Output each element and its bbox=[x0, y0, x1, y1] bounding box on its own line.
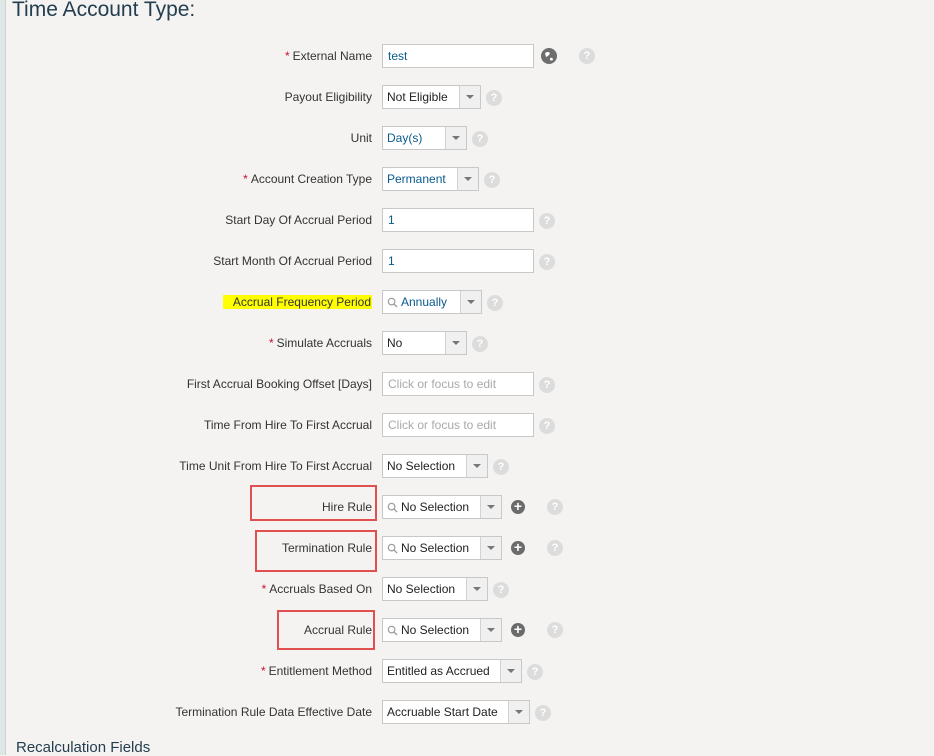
accrual-rule-select[interactable]: No Selection bbox=[382, 618, 502, 642]
termination-rule-effective-date-select[interactable]: Accruable Start Date bbox=[382, 700, 530, 724]
account-creation-type-help-icon[interactable]: ? bbox=[484, 172, 500, 188]
accruals-based-on-label: * Accruals Based On bbox=[261, 582, 372, 596]
hire-rule-help-icon[interactable]: ? bbox=[547, 499, 563, 515]
termination-rule-label: Termination Rule bbox=[281, 541, 372, 555]
start-month-help-icon[interactable]: ? bbox=[539, 254, 555, 270]
accruals-based-on-select[interactable]: No Selection bbox=[382, 577, 488, 601]
time-from-hire-input[interactable]: Click or focus to edit bbox=[382, 413, 534, 437]
termination-rule-value: No Selection bbox=[383, 537, 480, 559]
payout-eligibility-help-icon[interactable]: ? bbox=[486, 90, 502, 106]
time-from-hire-help-icon[interactable]: ? bbox=[539, 418, 555, 434]
account-creation-type-label: * Account Creation Type bbox=[243, 172, 372, 186]
start-day-input[interactable]: 1 bbox=[382, 208, 534, 232]
start-day-label: Start Day Of Accrual Period bbox=[225, 213, 372, 227]
entitlement-method-label: * Entitlement Method bbox=[260, 664, 372, 678]
entitlement-method-value: Entitled as Accrued bbox=[387, 664, 490, 678]
chevron-down-icon[interactable] bbox=[466, 455, 487, 477]
external-name-input[interactable]: test bbox=[382, 44, 534, 68]
termination-rule-effective-date-label: Termination Rule Data Effective Date bbox=[175, 705, 372, 719]
search-icon bbox=[387, 625, 398, 636]
globe-translation-icon[interactable] bbox=[541, 48, 557, 64]
time-unit-from-hire-label: Time Unit From Hire To First Accrual bbox=[179, 459, 372, 473]
entitlement-method-help-icon[interactable]: ? bbox=[527, 664, 543, 680]
page-title: Time Account Type: bbox=[12, 0, 196, 21]
search-icon bbox=[387, 297, 398, 308]
accruals-based-on-help-icon[interactable]: ? bbox=[493, 582, 509, 598]
unit-select[interactable]: Day(s) bbox=[382, 126, 467, 150]
unit-label: Unit bbox=[350, 131, 372, 145]
search-icon bbox=[387, 543, 398, 554]
accrual-rule-help-icon[interactable]: ? bbox=[547, 622, 563, 638]
chevron-down-icon[interactable] bbox=[457, 168, 478, 190]
termination-rule-help-icon[interactable]: ? bbox=[547, 540, 563, 556]
accrual-frequency-help-icon[interactable]: ? bbox=[487, 295, 503, 311]
start-month-label: Start Month Of Accrual Period bbox=[213, 254, 372, 268]
accrual-frequency-label: Accrual Frequency Period bbox=[222, 290, 372, 314]
start-month-input[interactable]: 1 bbox=[382, 249, 534, 273]
chevron-down-icon[interactable] bbox=[466, 578, 487, 600]
chevron-down-icon[interactable] bbox=[460, 291, 481, 313]
simulate-accruals-label: * Simulate Accruals bbox=[268, 336, 372, 350]
first-booking-offset-input[interactable]: Click or focus to edit bbox=[382, 372, 534, 396]
chevron-down-icon[interactable] bbox=[508, 701, 529, 723]
external-name-label: * External Name bbox=[284, 49, 372, 63]
chevron-down-icon[interactable] bbox=[480, 537, 501, 559]
simulate-accruals-value: No bbox=[387, 336, 403, 350]
first-booking-offset-help-icon[interactable]: ? bbox=[539, 377, 555, 393]
hire-rule-label: Hire Rule bbox=[321, 500, 372, 514]
time-unit-from-hire-help-icon[interactable]: ? bbox=[493, 459, 509, 475]
first-booking-offset-label: First Accrual Booking Offset [Days] bbox=[186, 377, 372, 391]
time-unit-from-hire-select[interactable]: No Selection bbox=[382, 454, 488, 478]
accrual-rule-value: No Selection bbox=[383, 619, 480, 641]
chevron-down-icon[interactable] bbox=[480, 619, 501, 641]
start-day-help-icon[interactable]: ? bbox=[539, 213, 555, 229]
left-edge-strip bbox=[0, 0, 6, 755]
accrual-frequency-value: Annually bbox=[383, 291, 460, 313]
entitlement-method-select[interactable]: Entitled as Accrued bbox=[382, 659, 522, 683]
simulate-accruals-select[interactable]: No bbox=[382, 331, 467, 355]
add-termination-rule-icon[interactable]: + bbox=[511, 540, 525, 555]
time-from-hire-label: Time From Hire To First Accrual bbox=[203, 418, 372, 432]
external-name-help-icon[interactable]: ? bbox=[579, 48, 595, 64]
chevron-down-icon[interactable] bbox=[500, 660, 521, 682]
section-title-recalculation-fields: Recalculation Fields bbox=[16, 739, 151, 756]
hire-rule-value: No Selection bbox=[383, 496, 480, 518]
termination-rule-select[interactable]: No Selection bbox=[382, 536, 502, 560]
payout-eligibility-label: Payout Eligibility bbox=[284, 90, 372, 104]
hire-rule-select[interactable]: No Selection bbox=[382, 495, 502, 519]
add-accrual-rule-icon[interactable]: + bbox=[511, 622, 525, 637]
add-hire-rule-icon[interactable]: + bbox=[511, 499, 525, 514]
accrual-frequency-select[interactable]: Annually bbox=[382, 290, 482, 314]
search-icon bbox=[387, 502, 398, 513]
termination-rule-effective-date-help-icon[interactable]: ? bbox=[535, 705, 551, 721]
unit-value: Day(s) bbox=[387, 131, 423, 145]
chevron-down-icon[interactable] bbox=[480, 496, 501, 518]
account-creation-type-value: Permanent bbox=[387, 172, 446, 186]
chevron-down-icon[interactable] bbox=[445, 127, 466, 149]
time-unit-from-hire-value: No Selection bbox=[387, 459, 456, 473]
chevron-down-icon[interactable] bbox=[459, 86, 480, 108]
payout-eligibility-value: Not Eligible bbox=[387, 90, 448, 104]
accruals-based-on-value: No Selection bbox=[387, 582, 456, 596]
chevron-down-icon[interactable] bbox=[445, 332, 466, 354]
termination-rule-effective-date-value: Accruable Start Date bbox=[387, 705, 498, 719]
simulate-accruals-help-icon[interactable]: ? bbox=[472, 336, 488, 352]
account-creation-type-select[interactable]: Permanent bbox=[382, 167, 479, 191]
unit-help-icon[interactable]: ? bbox=[472, 131, 488, 147]
accrual-rule-label: Accrual Rule bbox=[303, 623, 372, 637]
payout-eligibility-select[interactable]: Not Eligible bbox=[382, 85, 481, 109]
